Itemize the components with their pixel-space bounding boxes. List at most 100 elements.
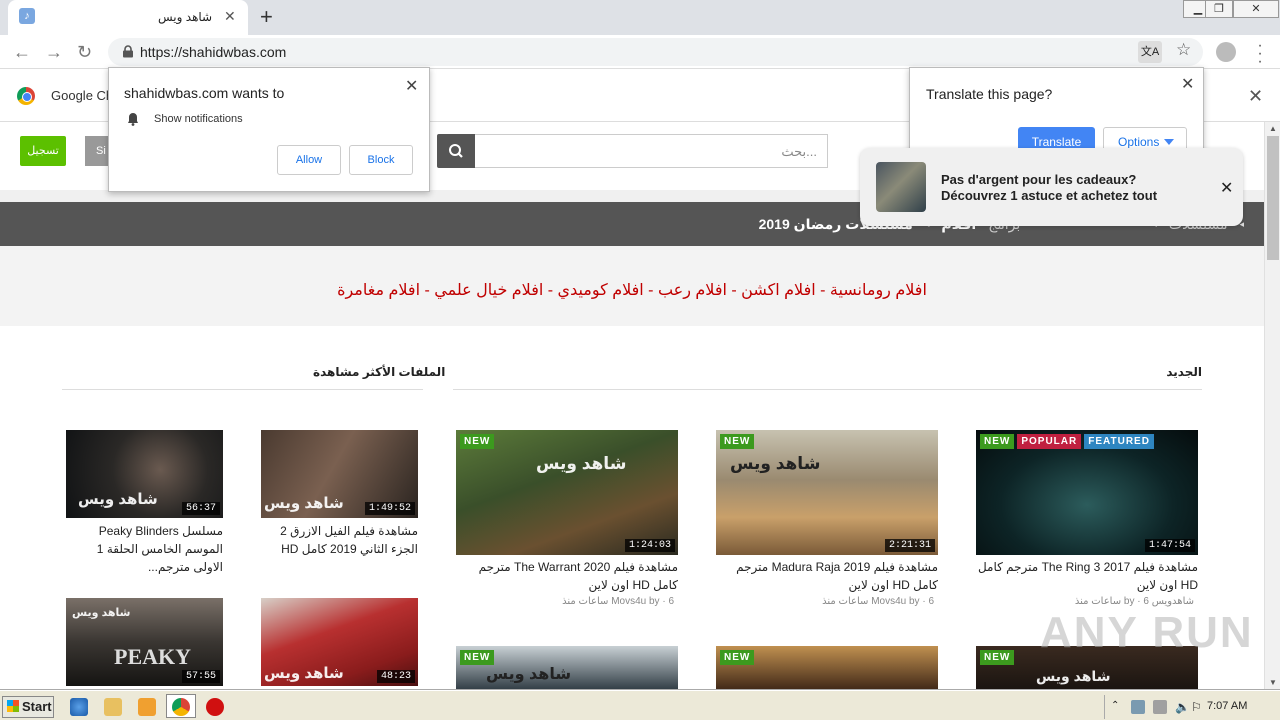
badge-new: NEW <box>460 650 495 665</box>
video-by: by <box>1123 596 1135 607</box>
section-divider <box>62 389 423 390</box>
category-links[interactable]: افلام رومانسية - افلام اكشن - افلام رعب … <box>0 280 1264 300</box>
kebab-menu-icon[interactable]: · · · <box>1256 38 1264 70</box>
video-meta: Movs4u by · 6 ساعات منذ <box>562 596 674 607</box>
category-bar: افلام رومانسية - افلام اكشن - افلام رعب … <box>0 246 1264 326</box>
video-thumbnail[interactable]: NEW <box>716 646 938 690</box>
video-watermark: شاهد ويس <box>536 454 627 473</box>
video-thumbnail[interactable]: شاهد ويس 56:37 <box>66 430 223 518</box>
windows-logo-icon <box>7 700 19 712</box>
section-divider <box>453 389 1202 390</box>
register-button[interactable]: تسجيل <box>20 136 66 166</box>
chrome-icon <box>172 698 190 716</box>
ie-icon[interactable] <box>70 698 88 716</box>
warning-icon[interactable] <box>206 698 224 716</box>
reload-icon[interactable]: ↻ <box>77 42 92 63</box>
dialog-message: Show notifications <box>154 113 243 125</box>
scroll-down-icon[interactable]: ▼ <box>1265 676 1280 690</box>
poster-text: PEAKY <box>114 644 191 669</box>
badge-new: NEW <box>460 434 495 449</box>
media-player-icon[interactable] <box>138 698 156 716</box>
video-title[interactable]: مشاهدة فيلم الفيل الازرق 2 الجزء الثاني … <box>261 522 418 558</box>
search-input[interactable] <box>475 134 828 168</box>
chrome-taskbar-item[interactable] <box>166 694 196 718</box>
infobar-text: Google Ch <box>51 88 114 103</box>
bookmark-star-icon[interactable]: ☆ <box>1176 40 1191 60</box>
browser-tab[interactable]: ♪ شاهد ويس ✕ <box>8 0 248 35</box>
video-meta: شاهدويس by · 6 ساعات منذ <box>1074 596 1194 607</box>
search-button[interactable] <box>437 134 475 168</box>
window-close-icon[interactable]: ✕ <box>1233 0 1279 18</box>
address-bar[interactable]: https://shahidwbas.com 文A ☆ <box>108 38 1203 66</box>
taskbar: Start ⌃ 🔈 ⚐ 7:07 AM <box>0 690 1280 720</box>
video-thumbnail[interactable]: شاهد ويس 48:23 <box>261 598 418 686</box>
system-tray: ⌃ 🔈 ⚐ 7:07 AM <box>1104 695 1280 719</box>
dialog-close-icon[interactable]: ✕ <box>405 76 418 96</box>
bell-icon <box>128 113 138 126</box>
video-author[interactable]: شاهدويس <box>1152 596 1194 607</box>
network-icon[interactable] <box>1131 700 1145 714</box>
search-icon <box>449 144 463 158</box>
video-duration: 2:21:31 <box>884 539 935 552</box>
video-thumbnail[interactable]: NEW شاهد ويس 1:24:03 <box>456 430 678 555</box>
block-button[interactable]: Block <box>349 145 413 175</box>
translate-icon[interactable]: 文A <box>1138 41 1162 63</box>
video-by: by <box>648 596 660 607</box>
clock[interactable]: 7:07 AM <box>1207 700 1247 712</box>
display-icon[interactable] <box>1153 700 1167 714</box>
new-tab-button[interactable]: + <box>260 4 273 30</box>
start-label: Start <box>22 699 52 714</box>
video-title[interactable]: مشاهدة فيلم The Ring 3 2017 مترجم كامل H… <box>976 558 1198 594</box>
video-thumbnail[interactable]: NEW شاهد ويس 2:21:31 <box>716 430 938 555</box>
badge-new: NEW <box>980 650 1015 665</box>
video-thumbnail[interactable]: شاهد ويس 1:49:52 <box>261 430 418 518</box>
ad-close-icon[interactable]: ✕ <box>1220 178 1233 198</box>
video-duration: 57:55 <box>181 670 220 683</box>
lock-icon <box>123 45 133 58</box>
restore-icon[interactable]: ❐ <box>1205 0 1233 18</box>
video-duration: 1:47:54 <box>1144 539 1195 552</box>
speaker-icon[interactable]: 🔈 <box>1175 700 1190 714</box>
video-watermark: شاهد ويس <box>1036 668 1111 684</box>
video-thumbnail[interactable]: NEW شاهد ويس <box>456 646 678 690</box>
infobar-close-icon[interactable]: ✕ <box>1248 86 1263 107</box>
video-author[interactable]: Movs4u <box>871 596 906 607</box>
video-title[interactable]: مشاهدة فيلم Madura Raja 2019 مترجم كامل … <box>716 558 938 594</box>
dialog-close-icon[interactable]: ✕ <box>1181 74 1194 94</box>
video-duration: 1:24:03 <box>624 539 675 552</box>
video-watermark: شاهد ويس <box>72 607 131 619</box>
badge-popular: POPULAR <box>1017 434 1082 449</box>
video-thumbnail[interactable]: NEW POPULAR FEATURED 1:47:54 <box>976 430 1198 555</box>
chrome-logo-icon <box>17 87 35 105</box>
back-arrow-icon[interactable]: ← <box>13 42 31 63</box>
video-title[interactable]: مشاهدة فيلم The Warrant 2020 مترجم كامل … <box>456 558 678 594</box>
start-button[interactable]: Start <box>2 696 54 718</box>
flag-icon[interactable]: ⚐ <box>1191 700 1205 714</box>
video-thumbnail[interactable]: شاهد ويس PEAKY 57:55 <box>66 598 223 686</box>
video-time: 6 ساعات منذ <box>1074 596 1149 607</box>
caret-down-icon <box>1164 139 1174 145</box>
scroll-up-icon[interactable]: ▲ <box>1265 122 1280 136</box>
badge-group: NEW POPULAR FEATURED <box>980 434 1154 449</box>
tray-arrow-icon[interactable]: ⌃ <box>1111 700 1125 714</box>
tab-strip: ♪ شاهد ويس ✕ + ▁ ❐ ✕ <box>0 0 1280 35</box>
music-note-icon: ♪ <box>19 8 35 24</box>
tab-close-icon[interactable]: ✕ <box>224 8 236 25</box>
dialog-title: Translate this page? <box>926 86 1053 102</box>
profile-avatar-icon[interactable] <box>1216 42 1236 62</box>
scroll-thumb[interactable] <box>1267 136 1279 260</box>
video-watermark: شاهد ويس <box>78 491 158 508</box>
video-title[interactable]: مسلسل Peaky Blinders الموسم الخامس الحلق… <box>66 522 223 576</box>
allow-button[interactable]: Allow <box>277 145 341 175</box>
ad-notification[interactable]: Pas d'argent pour les cadeaux? Découvrez… <box>860 148 1243 226</box>
badge-group: NEW <box>720 650 755 665</box>
badge-new: NEW <box>720 434 755 449</box>
video-author[interactable]: Movs4u <box>611 596 646 607</box>
video-meta: Movs4u by · 6 ساعات منذ <box>822 596 934 607</box>
ad-image <box>876 162 926 212</box>
video-watermark: شاهد ويس <box>730 454 821 473</box>
notification-permission-dialog: shahidwbas.com wants to ✕ Show notificat… <box>108 67 430 192</box>
forward-arrow-icon[interactable]: → <box>45 42 63 63</box>
folder-icon[interactable] <box>104 698 122 716</box>
page-scrollbar[interactable]: ▲ ▼ <box>1264 122 1280 690</box>
